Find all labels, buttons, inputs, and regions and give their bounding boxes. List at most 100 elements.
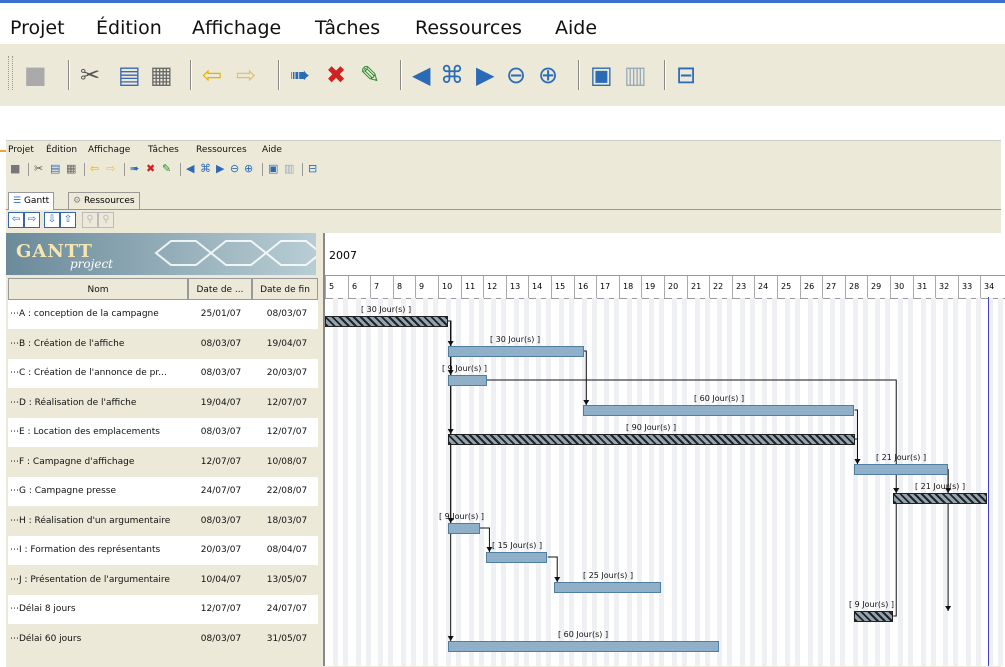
task-name: ⋯E : Location des emplacements bbox=[10, 427, 160, 437]
toolbar-separator bbox=[28, 163, 29, 176]
menu-edition[interactable]: Édition bbox=[96, 17, 162, 39]
menu-aide[interactable]: Aide bbox=[262, 145, 282, 155]
table-row[interactable]: ⋯Délai 60 jours 08/03/07 31/05/07 bbox=[8, 625, 318, 654]
paste-icon[interactable]: ▦ bbox=[150, 60, 173, 90]
link-icon[interactable]: ⌘ bbox=[200, 162, 211, 176]
task-bar[interactable] bbox=[583, 405, 854, 416]
tab-resources-label: Ressources bbox=[83, 196, 135, 206]
table-row[interactable]: ⋯I : Formation des représentants 20/03/07… bbox=[8, 536, 318, 565]
export-icon[interactable]: ⊟ bbox=[308, 162, 317, 176]
tab-resources[interactable]: ⚙ Ressources bbox=[68, 192, 140, 209]
column-header-name[interactable]: Nom bbox=[8, 278, 188, 300]
undo-icon[interactable]: ⇦ bbox=[90, 162, 99, 176]
tab-gantt[interactable]: ☰ Gantt bbox=[8, 192, 55, 210]
table-row[interactable]: ⋯C : Création de l'annonce de pr... 08/03… bbox=[8, 359, 318, 388]
table-row[interactable]: ⋯E : Location des emplacements 08/03/07 12… bbox=[8, 418, 318, 447]
zoom-in-icon[interactable]: ⊕ bbox=[538, 60, 558, 90]
toolbar-separator bbox=[190, 60, 192, 90]
new-task-icon[interactable]: ➠ bbox=[130, 162, 139, 176]
copy-icon[interactable]: ▤ bbox=[50, 162, 60, 176]
toolbar-separator bbox=[84, 163, 85, 176]
new-task-icon[interactable]: ➠ bbox=[290, 60, 310, 90]
redo-icon[interactable]: ⇨ bbox=[236, 60, 256, 90]
menu-ressources[interactable]: Ressources bbox=[415, 17, 522, 39]
menu-affichage[interactable]: Affichage bbox=[192, 17, 281, 39]
table-row[interactable]: ⋯H : Réalisation d'un argumentaire 08/03/… bbox=[8, 507, 318, 536]
menu-taches[interactable]: Tâches bbox=[148, 145, 179, 155]
move-right-icon[interactable]: ⇨ bbox=[24, 212, 40, 228]
move-down-icon[interactable]: ⇩ bbox=[44, 212, 60, 228]
cut-icon[interactable]: ✂ bbox=[34, 162, 43, 176]
task-bar[interactable] bbox=[554, 582, 661, 593]
indent-icon[interactable]: ▶ bbox=[476, 60, 494, 90]
large-menu-bar: Projet Édition Affichage Tâches Ressourc… bbox=[0, 0, 1005, 47]
column-header-start[interactable]: Date de ... bbox=[188, 278, 252, 300]
task-start-date: 12/07/07 bbox=[200, 604, 242, 614]
delete-task-icon[interactable]: ✖ bbox=[326, 60, 346, 90]
task-bar[interactable] bbox=[854, 611, 893, 622]
unlink-tasks-icon[interactable]: ⚲ bbox=[98, 212, 114, 228]
task-bar[interactable] bbox=[448, 434, 855, 445]
duration-label: [ 30 Jour(s) ] bbox=[490, 335, 541, 344]
task-end-date: 08/04/07 bbox=[266, 545, 308, 555]
menu-edition[interactable]: Édition bbox=[46, 145, 77, 155]
task-bar[interactable] bbox=[325, 316, 448, 327]
paste-icon[interactable]: ▦ bbox=[66, 162, 76, 176]
save-icon[interactable]: ■ bbox=[24, 60, 47, 90]
move-left-icon[interactable]: ⇦ bbox=[8, 212, 24, 228]
dependency-arrows bbox=[447, 320, 952, 641]
unindent-icon[interactable]: ◀ bbox=[412, 60, 430, 90]
copy-icon[interactable]: ▤ bbox=[118, 60, 141, 90]
arrow-head bbox=[945, 606, 952, 611]
task-bar[interactable] bbox=[893, 493, 987, 504]
table-row[interactable]: ⋯D : Réalisation de l'affiche 19/04/07 12/… bbox=[8, 389, 318, 418]
save-icon[interactable]: ■ bbox=[10, 162, 20, 176]
print-preview-icon[interactable]: ▣ bbox=[590, 60, 613, 90]
task-bar[interactable] bbox=[854, 464, 948, 475]
toolbar-separator bbox=[578, 60, 580, 90]
undo-icon[interactable]: ⇦ bbox=[202, 60, 222, 90]
menu-affichage[interactable]: Affichage bbox=[88, 145, 130, 155]
column-header-end[interactable]: Date de fin bbox=[252, 278, 318, 300]
move-up-icon[interactable]: ⇧ bbox=[60, 212, 76, 228]
task-bar[interactable] bbox=[486, 552, 547, 563]
task-bar[interactable] bbox=[448, 346, 584, 357]
table-row[interactable]: ⋯F : Campagne d'affichage 12/07/07 10/08/0… bbox=[8, 448, 318, 477]
indent-icon[interactable]: ▶ bbox=[216, 162, 224, 176]
redo-icon[interactable]: ⇨ bbox=[106, 162, 115, 176]
delete-task-icon[interactable]: ✖ bbox=[146, 162, 155, 176]
cut-icon[interactable]: ✂ bbox=[80, 60, 100, 90]
duration-label: [ 21 Jour(s) ] bbox=[876, 453, 927, 462]
link-icon[interactable]: ⌘ bbox=[440, 60, 464, 90]
properties-icon[interactable]: ✎ bbox=[162, 162, 171, 176]
toolbar-grip bbox=[8, 56, 13, 90]
task-bar[interactable] bbox=[448, 375, 487, 386]
menu-taches[interactable]: Tâches bbox=[315, 17, 380, 39]
table-row[interactable]: ⋯G : Campagne presse 24/07/07 22/08/07 bbox=[8, 477, 318, 506]
zoom-out-icon[interactable]: ⊖ bbox=[506, 60, 526, 90]
table-row[interactable]: ⋯J : Présentation de l'argumentaire 10/04… bbox=[8, 566, 318, 595]
resource-icon[interactable]: ▥ bbox=[624, 60, 647, 90]
link-tasks-icon[interactable]: ⚲ bbox=[82, 212, 98, 228]
toolbar-separator bbox=[400, 60, 402, 90]
export-icon[interactable]: ⊟ bbox=[676, 60, 696, 90]
table-row[interactable]: ⋯A : conception de la campagne 25/01/07 08… bbox=[8, 300, 318, 329]
print-preview-icon[interactable]: ▣ bbox=[268, 162, 278, 176]
resource-icon[interactable]: ▥ bbox=[284, 162, 294, 176]
task-end-date: 10/08/07 bbox=[266, 457, 308, 467]
menu-projet[interactable]: Projet bbox=[10, 17, 65, 39]
toolbar-separator bbox=[278, 60, 280, 90]
task-bar[interactable] bbox=[448, 523, 480, 534]
properties-icon[interactable]: ✎ bbox=[360, 60, 380, 90]
menu-aide[interactable]: Aide bbox=[555, 17, 597, 39]
zoom-in-icon[interactable]: ⊕ bbox=[244, 162, 253, 176]
task-start-date: 10/04/07 bbox=[200, 575, 242, 585]
table-row[interactable]: ⋯B : Création de l'affiche 08/03/07 19/04/… bbox=[8, 330, 318, 359]
duration-label: [ 30 Jour(s) ] bbox=[361, 305, 412, 314]
table-row[interactable]: ⋯Délai 8 jours 12/07/07 24/07/07 bbox=[8, 595, 318, 624]
menu-projet[interactable]: Projet bbox=[8, 145, 34, 155]
zoom-out-icon[interactable]: ⊖ bbox=[230, 162, 239, 176]
task-bar[interactable] bbox=[448, 641, 719, 652]
unindent-icon[interactable]: ◀ bbox=[186, 162, 194, 176]
menu-ressources[interactable]: Ressources bbox=[196, 145, 247, 155]
